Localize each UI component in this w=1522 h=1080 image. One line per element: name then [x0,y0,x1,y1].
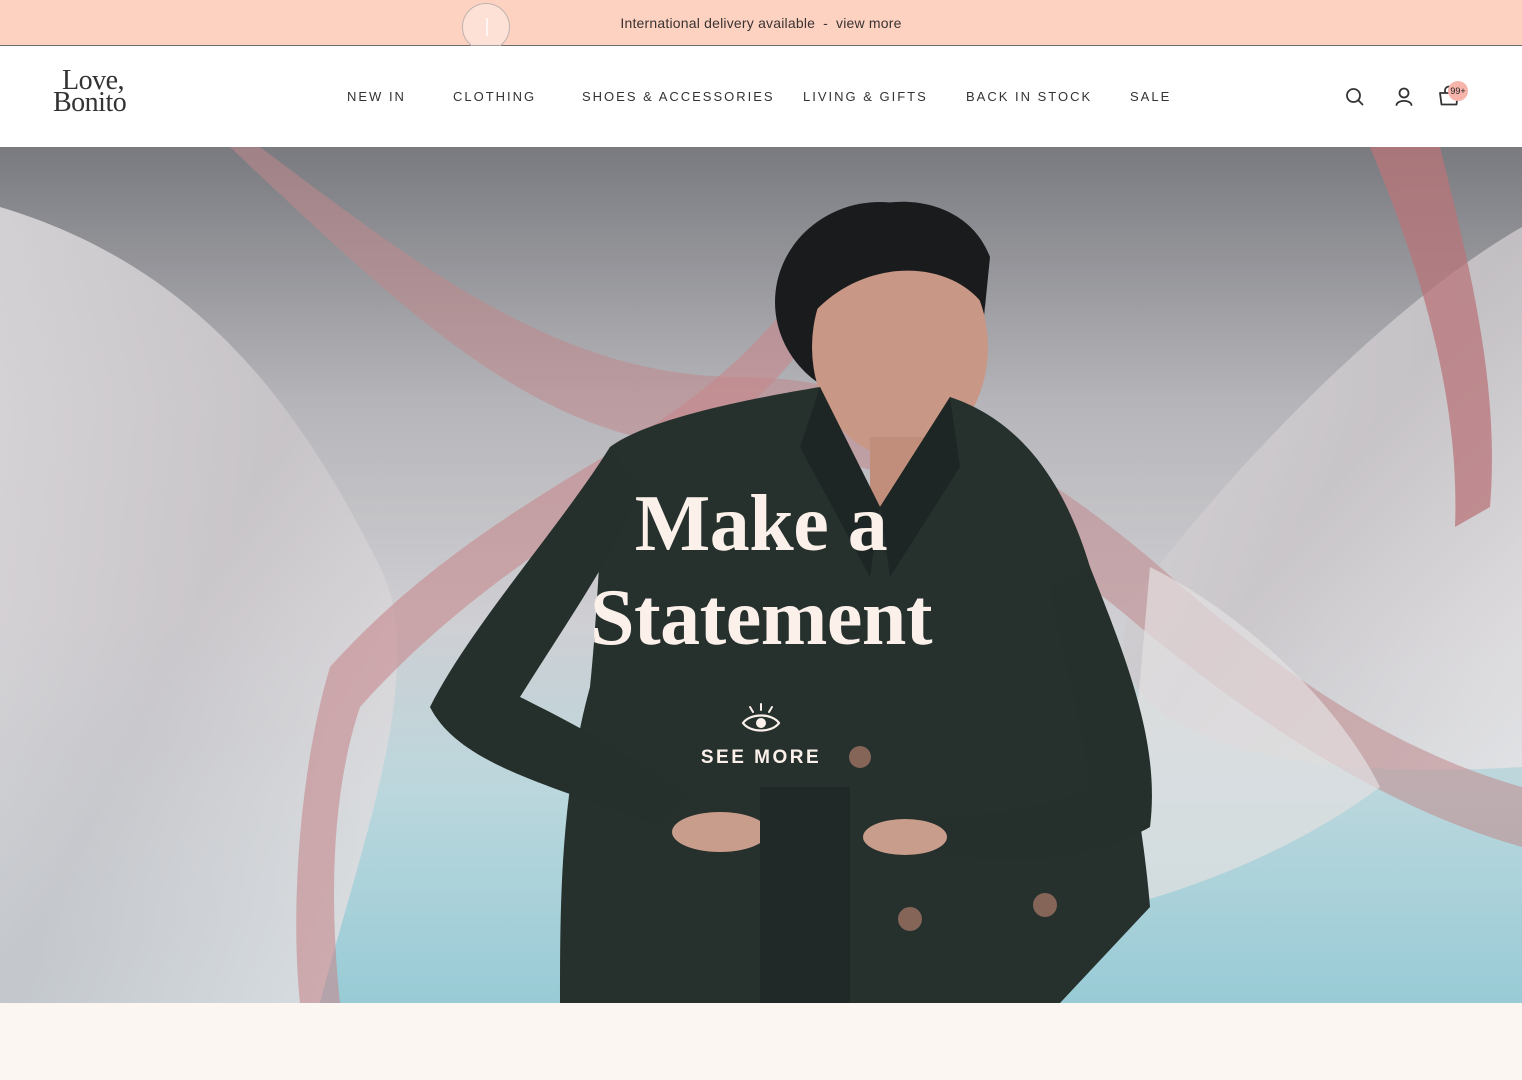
hero-title-line-1: Make a [634,480,888,568]
content-section [0,1003,1522,1080]
announcement-separator: - [823,14,829,31]
announcement-bar: International delivery available - view … [0,0,1522,46]
nav-item-shoes-accessories[interactable]: SHOES & ACCESSORIES [582,89,775,104]
hero-title-line-2: Statement [589,574,933,662]
eye-icon [0,702,1522,741]
nav-item-living-gifts[interactable]: LIVING & GIFTS [803,89,928,104]
hero-banner[interactable]: Make a Statement SEE MORE [0,147,1522,1003]
nav-item-sale[interactable]: SALE [1130,89,1171,104]
nav-item-clothing[interactable]: CLOTHING [453,89,536,104]
hero-title: Make a Statement [0,477,1522,665]
view-more-link[interactable]: view more [836,15,902,31]
see-more-label: SEE MORE [700,747,822,768]
click-ripple [462,3,510,51]
announcement-text: International delivery available [620,14,816,31]
cart-count-badge: 99+ [1448,81,1468,101]
user-icon[interactable] [1391,84,1417,110]
site-header: Love, Bonito NEW IN CLOTHING SHOES & ACC… [0,46,1522,147]
main-nav: NEW IN CLOTHING SHOES & ACCESSORIES LIVI… [0,46,1522,147]
search-icon[interactable] [1342,84,1368,110]
see-more-button[interactable]: SEE MORE [0,702,1522,769]
nav-item-new-in[interactable]: NEW IN [347,89,406,104]
nav-item-back-in-stock[interactable]: BACK IN STOCK [966,89,1092,104]
